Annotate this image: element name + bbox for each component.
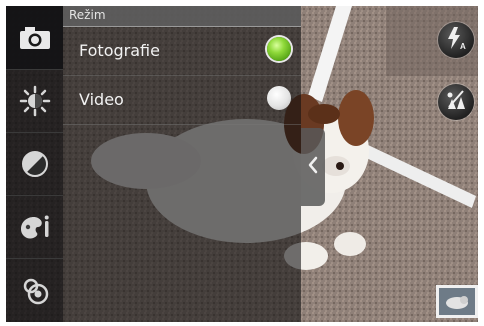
mode-popup-title: Režim xyxy=(69,8,106,22)
flash-auto-icon: A xyxy=(443,25,469,55)
mode-option-label: Fotografie xyxy=(79,41,160,60)
svg-text:A: A xyxy=(460,42,466,51)
more-settings-button[interactable] xyxy=(6,258,63,321)
flash-button[interactable]: A xyxy=(438,22,474,58)
mode-button[interactable] xyxy=(6,6,63,70)
camera-icon xyxy=(18,25,52,51)
brightness-button[interactable] xyxy=(6,69,63,133)
radio-unselected[interactable] xyxy=(267,86,291,110)
settings-icon xyxy=(19,274,51,306)
color-effect-icon xyxy=(18,213,52,241)
timer-button[interactable] xyxy=(438,84,474,120)
collapse-panel-button[interactable] xyxy=(301,128,325,206)
settings-rail xyxy=(6,6,63,322)
contrast-icon xyxy=(20,149,50,179)
chevron-left-icon xyxy=(307,156,319,178)
radio-selected[interactable] xyxy=(267,37,291,61)
camera-screen: Režim Fotografie Video A xyxy=(6,6,478,322)
timer-icon xyxy=(443,87,469,117)
brightness-icon xyxy=(19,85,51,117)
contrast-button[interactable] xyxy=(6,132,63,196)
mode-option-video[interactable]: Video xyxy=(63,76,301,125)
gallery-thumbnail[interactable] xyxy=(436,285,478,318)
mode-popup-header: Režim xyxy=(63,6,301,27)
mode-option-photo[interactable]: Fotografie xyxy=(63,27,301,76)
color-effect-button[interactable] xyxy=(6,195,63,259)
mode-option-label: Video xyxy=(79,90,124,109)
mode-popup: Režim Fotografie Video xyxy=(63,6,301,322)
